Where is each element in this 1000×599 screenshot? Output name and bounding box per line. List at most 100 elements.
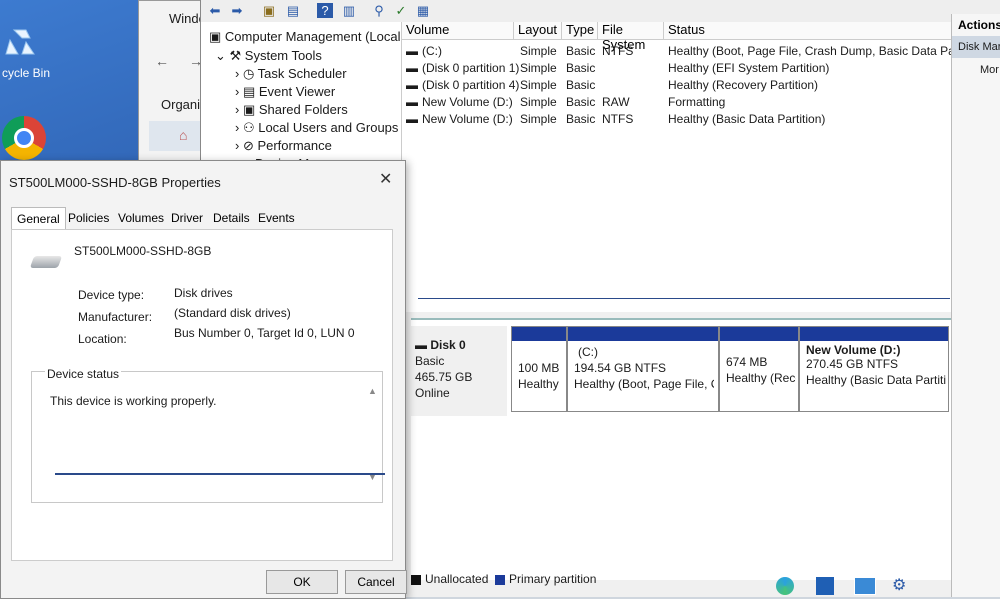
tree-item-task-scheduler[interactable]: › ◷ Task Scheduler: [235, 66, 347, 82]
tree-item-shared-folders[interactable]: › ▣ Shared Folders: [235, 102, 348, 118]
edge-icon[interactable]: [776, 577, 794, 595]
tree-label: Computer Management (Local: [224, 29, 401, 44]
computer-management-task-icon[interactable]: [854, 577, 876, 595]
location-label: Location:: [78, 332, 127, 346]
legend-primary: Primary partition: [509, 572, 597, 586]
column-header-file-system[interactable]: File System: [598, 22, 664, 52]
show-tree-icon[interactable]: ▤: [285, 3, 301, 18]
toolbar: ⬅ ➡ ▣ ▤ ? ▥ ⚲ ✓ ▦: [201, 0, 1000, 23]
cell-layout: Simple: [520, 61, 557, 75]
cell-volume: (Disk 0 partition 1): [422, 61, 520, 75]
partition-title: New Volume (D:): [806, 343, 901, 357]
disk-name-text: Disk 0: [430, 338, 466, 352]
dialog-title: ST500LM000-SSHD-8GB Properties: [9, 175, 221, 190]
partition-bar: [568, 327, 718, 341]
tree-label: System Tools: [244, 48, 322, 63]
chrome-icon[interactable]: [2, 116, 46, 160]
disk-0-info[interactable]: ▬ Disk 0 Basic 465.75 GB Online: [411, 326, 507, 416]
cell-type: Basic: [566, 78, 596, 92]
check-icon[interactable]: ✓: [393, 3, 409, 18]
tree-label: Shared Folders: [258, 102, 348, 117]
partition-title: (C:): [578, 345, 598, 359]
column-header-type[interactable]: Type: [562, 22, 598, 40]
tab-driver[interactable]: Driver: [166, 207, 208, 229]
partition-recovery[interactable]: 674 MB Healthy (Recc: [719, 326, 799, 412]
partition-c[interactable]: (C:) 194.54 GB NTFS Healthy (Boot, Page …: [567, 326, 719, 412]
partition-size: 194.54 GB NTFS: [574, 361, 667, 375]
partition-efi[interactable]: 100 MB Healthy (: [511, 326, 567, 412]
tree-label: Event Viewer: [258, 84, 336, 99]
legend: Unallocated Primary partition: [411, 572, 596, 586]
tree-item-local-users[interactable]: › ⚇ Local Users and Groups: [235, 120, 398, 136]
column-header-volume[interactable]: Volume: [402, 22, 514, 40]
taskbar: ⚙: [600, 575, 1000, 597]
cell-volume: New Volume (D:): [422, 95, 513, 109]
column-header-layout[interactable]: Layout: [514, 22, 562, 40]
primary-swatch: [495, 574, 506, 585]
tab-events[interactable]: Events: [253, 207, 300, 229]
disk-drive-icon: [29, 256, 63, 268]
ok-button[interactable]: OK: [266, 570, 338, 594]
column-header-status[interactable]: Status: [664, 22, 952, 40]
back-icon[interactable]: ⬅: [207, 3, 223, 18]
tree-item-system-tools[interactable]: ⌄ ⚒ System Tools: [215, 48, 322, 64]
drive-icon: ▬: [406, 44, 418, 58]
cell-file-system: NTFS: [602, 44, 634, 58]
close-icon[interactable]: ✕: [379, 169, 392, 189]
table-row[interactable]: ▬ New Volume (D:) Simple Basic NTFS Heal…: [402, 110, 952, 127]
connect-icon[interactable]: ⚲: [371, 3, 387, 18]
actions-item-disk-management[interactable]: Disk Mar: [952, 36, 1000, 58]
cell-status: Healthy (Basic Data Partition): [668, 112, 826, 126]
disk-size: 465.75 GB: [415, 370, 473, 384]
table-row[interactable]: ▬ New Volume (D:) Simple Basic RAW Forma…: [402, 93, 952, 110]
table-row[interactable]: ▬ (Disk 0 partition 4) Simple Basic Heal…: [402, 76, 952, 93]
volume-list: Volume Layout Type File System Status ▬ …: [401, 22, 988, 312]
tab-volumes[interactable]: Volumes: [113, 207, 169, 229]
cell-file-system: NTFS: [602, 112, 634, 126]
table-row[interactable]: ▬ (Disk 0 partition 1) Simple Basic Heal…: [402, 59, 952, 76]
horizontal-scrollbar[interactable]: [418, 298, 950, 305]
partition-bar: [800, 327, 948, 341]
device-status-text: This device is working properly.: [50, 394, 217, 408]
up-folder-icon[interactable]: ▣: [261, 3, 277, 18]
tab-details[interactable]: Details: [208, 207, 255, 229]
drive-icon: ▬: [406, 78, 418, 92]
cell-volume: (Disk 0 partition 4): [422, 78, 520, 92]
properties-icon[interactable]: ▥: [341, 3, 357, 18]
tree-item-computer-management[interactable]: ▣ Computer Management (Local: [209, 29, 401, 45]
cell-volume: New Volume (D:): [422, 112, 513, 126]
tab-policies[interactable]: Policies: [63, 207, 114, 229]
table-row[interactable]: ▬ (C:) Simple Basic NTFS Healthy (Boot, …: [402, 42, 988, 59]
status-underline: [55, 473, 385, 475]
properties-dialog: ST500LM000-SSHD-8GB Properties ✕ General…: [0, 160, 407, 599]
partition-bar: [512, 327, 566, 341]
cell-status: Healthy (Recovery Partition): [668, 78, 819, 92]
help-icon[interactable]: ?: [317, 3, 333, 18]
device-status-box[interactable]: This device is working properly. ▲ ▼: [31, 371, 383, 503]
cell-layout: Simple: [520, 112, 557, 126]
disk-state: Online: [415, 386, 450, 400]
cell-status: Healthy (Boot, Page File, Crash Dump, Ba…: [668, 44, 989, 58]
home-icon: ⌂: [179, 127, 188, 143]
forward-icon[interactable]: ➡: [229, 3, 245, 18]
store-icon[interactable]: [816, 577, 834, 595]
partition-size: 100 MB: [518, 361, 560, 375]
tree-item-performance[interactable]: › ⊘ Performance: [235, 138, 332, 154]
tree-item-event-viewer[interactable]: › ▤ Event Viewer: [235, 84, 335, 100]
partition-size: 270.45 GB NTFS: [806, 357, 899, 371]
partition-size: 674 MB: [726, 355, 768, 369]
actions-pane: Actions Disk Mar Mor: [951, 14, 1000, 597]
recycle-bin-icon[interactable]: [0, 24, 40, 60]
drive-icon: ▬: [406, 61, 418, 75]
actions-header: Actions: [958, 18, 1000, 32]
scroll-up-icon[interactable]: ▲: [368, 386, 377, 396]
network-icon[interactable]: ⚙: [892, 575, 906, 595]
cancel-button[interactable]: Cancel: [345, 570, 407, 594]
cell-layout: Simple: [520, 44, 557, 58]
partition-d[interactable]: New Volume (D:) 270.45 GB NTFS Healthy (…: [799, 326, 949, 412]
more-actions[interactable]: Mor: [980, 64, 999, 76]
list-icon[interactable]: ▦: [415, 3, 431, 18]
back-arrow-icon[interactable]: ←: [155, 53, 169, 69]
tree-label: Task Scheduler: [257, 66, 347, 81]
tab-general[interactable]: General: [11, 207, 66, 229]
